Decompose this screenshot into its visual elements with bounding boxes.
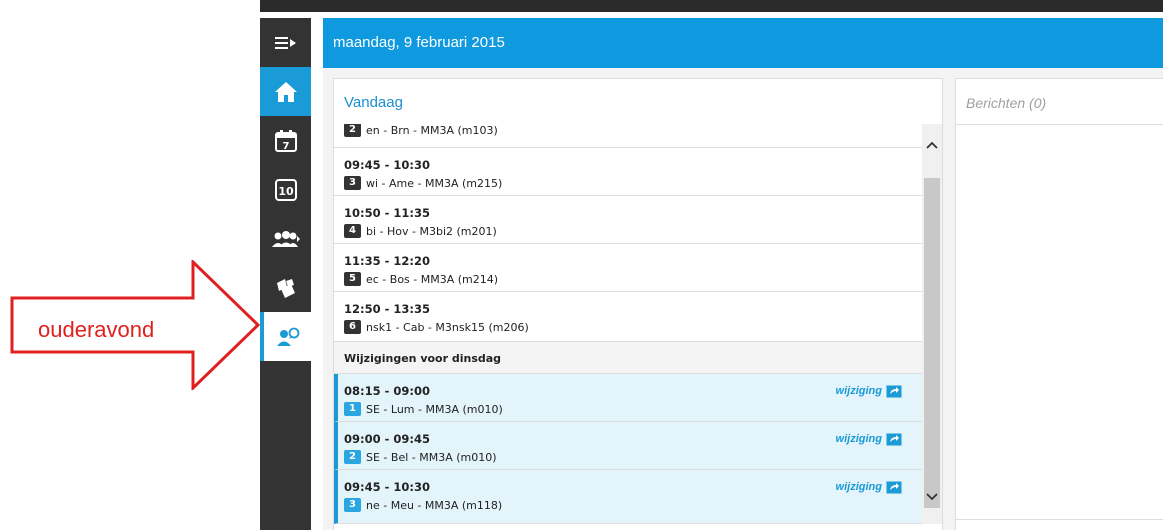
annotation-label: ouderavond xyxy=(38,317,155,342)
grades-icon: 10 xyxy=(274,178,297,201)
change-tag-label: wijziging xyxy=(835,385,882,397)
sidebar-item-groups[interactable] xyxy=(260,214,311,263)
lesson-text: wi - Ame - MM3A (m215) xyxy=(366,177,503,190)
today-panel-title: Vandaag xyxy=(344,94,403,111)
sidebar-divider xyxy=(311,18,323,530)
list-item-changed[interactable]: 09:00 - 09:45 2 SE - Bel - MM3A (m010) w… xyxy=(334,422,922,470)
hour-badge: 2 xyxy=(344,450,361,464)
lesson-text: bi - Hov - M3bi2 (m201) xyxy=(366,225,497,238)
list-item[interactable]: 09:45 - 10:30 3 wi - Ame - MM3A (m215) xyxy=(334,148,922,196)
page-header: maandag, 9 februari 2015 xyxy=(323,18,1163,68)
lesson-text: nsk1 - Cab - M3nsk15 (m206) xyxy=(366,321,529,334)
change-icon xyxy=(886,433,902,446)
calendar-icon: 7 xyxy=(274,129,297,152)
calendar-icon-label: 7 xyxy=(282,141,289,152)
lesson-time: 10:50 - 11:35 xyxy=(344,206,430,220)
lesson-list[interactable]: 2 en - Brn - MM3A (m103) 09:45 - 10:30 3… xyxy=(334,124,922,524)
hour-badge: 4 xyxy=(344,224,361,238)
sidebar-item-home[interactable] xyxy=(260,67,311,116)
hour-badge: 5 xyxy=(344,272,361,286)
change-tag[interactable]: wijziging xyxy=(836,384,902,398)
messages-panel: Berichten (0) xyxy=(955,78,1163,530)
panel-divider xyxy=(956,519,1163,520)
list-item-changed[interactable]: 08:15 - 09:00 1 SE - Lum - MM3A (m010) w… xyxy=(334,374,922,422)
parent-evening-icon xyxy=(276,327,299,346)
changes-section-title: Wijzigingen voor dinsdag xyxy=(344,352,502,365)
window-top-bar xyxy=(260,0,1163,12)
hour-badge: 3 xyxy=(344,498,361,512)
groups-icon xyxy=(271,230,300,247)
scrollbar-thumb[interactable] xyxy=(924,178,940,508)
lesson-time: 12:50 - 13:35 xyxy=(344,302,430,316)
sidebar-item-grades[interactable]: 10 xyxy=(260,165,311,214)
changes-section-header: Wijzigingen voor dinsdag xyxy=(334,342,922,374)
lesson-time: 09:00 - 09:45 xyxy=(344,432,430,446)
change-tag-label: wijziging xyxy=(835,433,882,445)
hour-badge: 2 xyxy=(344,124,361,137)
sidebar-item-agenda[interactable]: 7 xyxy=(260,116,311,165)
list-item[interactable]: 10:50 - 11:35 4 bi - Hov - M3bi2 (m201) xyxy=(334,196,922,244)
home-icon xyxy=(274,81,297,102)
lesson-time: 09:45 - 10:30 xyxy=(344,158,430,172)
list-item[interactable]: 11:35 - 12:20 5 ec - Bos - MM3A (m214) xyxy=(334,244,922,292)
lesson-time: 11:35 - 12:20 xyxy=(344,254,430,268)
page-title: maandag, 9 februari 2015 xyxy=(333,34,505,51)
lesson-text: en - Brn - MM3A (m103) xyxy=(366,124,498,137)
change-tag-label: wijziging xyxy=(835,481,882,493)
grades-icon-label: 10 xyxy=(278,185,294,198)
change-icon xyxy=(886,385,902,398)
change-icon xyxy=(886,481,902,494)
lesson-text: ec - Bos - MM3A (m214) xyxy=(366,273,499,286)
lesson-time: 08:15 - 09:00 xyxy=(344,384,430,398)
hour-badge: 1 xyxy=(344,402,361,416)
hour-badge: 6 xyxy=(344,320,361,334)
chevron-down-icon[interactable] xyxy=(926,492,938,502)
panel-divider xyxy=(956,124,1163,125)
list-item[interactable]: 12:50 - 13:35 6 nsk1 - Cab - M3nsk15 (m2… xyxy=(334,292,922,342)
change-tag[interactable]: wijziging xyxy=(836,432,902,446)
menu-toggle-button[interactable] xyxy=(260,18,311,67)
lesson-text: SE - Lum - MM3A (m010) xyxy=(366,403,503,416)
menu-toggle-icon xyxy=(274,36,296,49)
lesson-time: 09:45 - 10:30 xyxy=(344,480,430,494)
messages-panel-title: Berichten (0) xyxy=(966,95,1047,111)
lesson-text: ne - Meu - MM3A (m118) xyxy=(366,499,503,512)
lesson-text: SE - Bel - MM3A (m010) xyxy=(366,451,497,464)
books-icon xyxy=(276,278,295,298)
lesson-list-scrollbar[interactable] xyxy=(922,124,942,524)
hour-badge: 3 xyxy=(344,176,361,190)
change-tag[interactable]: wijziging xyxy=(836,480,902,494)
chevron-up-icon[interactable] xyxy=(926,140,938,150)
list-item[interactable]: 2 en - Brn - MM3A (m103) xyxy=(334,124,922,148)
list-item-changed[interactable]: 09:45 - 10:30 3 ne - Meu - MM3A (m118) w… xyxy=(334,470,922,524)
